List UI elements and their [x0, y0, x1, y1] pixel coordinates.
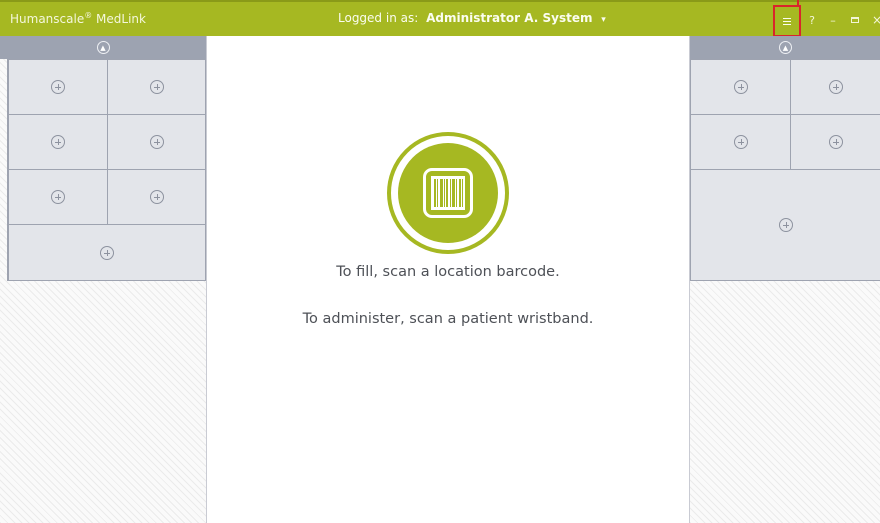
app-brand: Humanscale — [10, 12, 85, 26]
drawer-slot[interactable] — [690, 59, 791, 115]
add-circle-icon — [149, 80, 164, 94]
add-circle-icon — [100, 245, 114, 260]
barcode-icon — [431, 176, 465, 210]
add-circle-icon — [778, 218, 793, 232]
drawer-slot[interactable] — [8, 169, 108, 225]
drawer-slot-large[interactable] — [690, 169, 880, 281]
drawer-slot[interactable] — [8, 114, 108, 170]
drawer-slot[interactable] — [107, 59, 206, 115]
add-circle-icon — [51, 135, 65, 149]
drawer-slot[interactable] — [107, 169, 206, 225]
drawer-slot[interactable] — [107, 114, 206, 170]
add-circle-icon — [828, 135, 843, 149]
help-button[interactable]: ? — [806, 8, 818, 32]
chevron-down-icon: ▾ — [601, 15, 606, 25]
add-circle-icon — [51, 190, 65, 204]
right-drawer-panel: ▲ — [689, 36, 880, 523]
chevron-up-circle-icon: ▲ — [96, 41, 110, 54]
drawer-slot-wide[interactable] — [8, 224, 206, 281]
add-circle-icon — [149, 190, 164, 204]
highlight-marker — [797, 0, 799, 6]
add-circle-icon — [149, 135, 164, 149]
menu-button[interactable] — [773, 5, 801, 37]
add-circle-icon — [733, 80, 748, 94]
fill-instruction: To fill, scan a location barcode. — [336, 264, 560, 280]
user-menu[interactable]: Logged in as: Administrator A. System ▾ — [338, 11, 606, 25]
add-circle-icon — [733, 135, 748, 149]
drawer-slot[interactable] — [790, 59, 880, 115]
drawer-slot[interactable] — [690, 114, 791, 170]
minimize-button[interactable]: – — [827, 8, 839, 32]
drawer-slot[interactable] — [790, 114, 880, 170]
chevron-up-circle-icon: ▲ — [779, 41, 792, 54]
trademark-symbol: ® — [84, 11, 93, 20]
user-name: Administrator A. System — [426, 11, 593, 25]
main-content: To fill, scan a location barcode. To adm… — [207, 36, 689, 523]
login-label: Logged in as: — [338, 11, 419, 25]
add-circle-icon — [828, 80, 843, 94]
maximize-button[interactable] — [849, 8, 861, 32]
app-product: MedLink — [96, 12, 146, 26]
title-bar: Humanscale® MedLink Logged in as: Admini… — [0, 0, 880, 37]
right-panel-header[interactable]: ▲ — [690, 36, 880, 59]
app-title: Humanscale® MedLink — [10, 11, 146, 26]
administer-instruction: To administer, scan a patient wristband. — [302, 311, 594, 327]
maximize-icon — [851, 17, 859, 23]
close-button[interactable]: × — [871, 8, 880, 32]
scan-prompt-badge — [387, 132, 509, 254]
add-circle-icon — [51, 80, 65, 94]
hamburger-menu-icon — [783, 17, 791, 25]
left-panel-header[interactable]: ▲ — [0, 36, 206, 59]
left-drawer-panel: ▲ — [0, 36, 207, 523]
barcode-scan-icon — [398, 143, 498, 243]
drawer-slot[interactable] — [8, 59, 108, 115]
